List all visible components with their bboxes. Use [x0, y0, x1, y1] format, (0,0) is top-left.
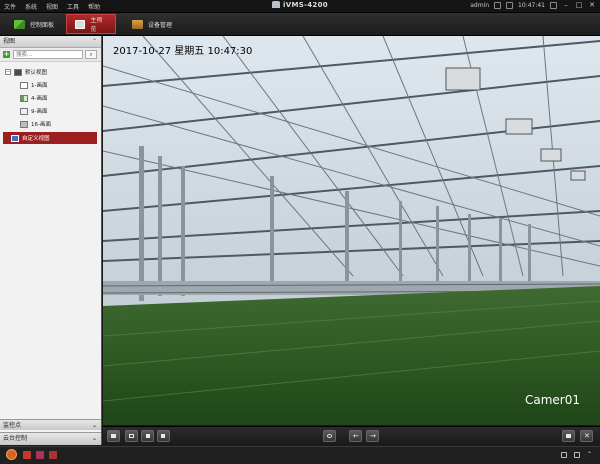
tree-node-label: 默认视图	[25, 70, 48, 76]
audio-mute-icon[interactable]	[49, 451, 57, 459]
refresh-icon[interactable]	[323, 430, 336, 442]
tree-node-label: 1-画面	[31, 83, 48, 89]
tree-node-layout-16[interactable]: 16-画面	[0, 118, 100, 130]
next-page-icon[interactable]: →	[366, 430, 379, 442]
tree-node-layout-4[interactable]: 4-画面	[0, 92, 100, 104]
tree-node-layout-9[interactable]: 9-画面	[0, 105, 100, 117]
fullscreen-icon[interactable]	[550, 1, 557, 9]
lock-icon[interactable]	[494, 1, 502, 9]
tab-device-management[interactable]: 设备管理	[124, 14, 180, 34]
tree-node-custom-view[interactable]: 自定义视图	[3, 132, 97, 144]
menubar-right: admin 10:47:41 – □ ✕	[470, 1, 596, 9]
single-window-icon[interactable]	[107, 430, 120, 442]
tree-node-label: 16-画面	[31, 122, 51, 128]
app-title: iVMS-4200	[283, 1, 328, 9]
layout-16-icon	[20, 120, 28, 128]
layout-1-icon	[20, 81, 28, 89]
pin-icon[interactable]	[561, 452, 567, 458]
tree-node-label: 4-画面	[31, 96, 48, 102]
alarm-event-icon[interactable]	[23, 451, 31, 459]
search-icon[interactable]: ⌕	[85, 50, 97, 59]
video-control-bar: ← → ✕	[103, 426, 600, 446]
monitor-points-label: 监控点	[3, 422, 22, 429]
ptz-control-header[interactable]: 云台控制 ⌄	[0, 432, 101, 445]
maximize-icon[interactable]: □	[575, 1, 583, 9]
custom-view-icon	[11, 134, 19, 142]
status-bar: ⌃	[0, 446, 600, 464]
split-window-icon[interactable]	[125, 430, 138, 442]
app-logo-icon	[272, 1, 281, 8]
view-panel-header[interactable]: 视图 ⌃	[0, 36, 101, 48]
tree-node-default-view[interactable]: − 默认视图	[0, 66, 100, 78]
add-view-icon[interactable]: +	[3, 51, 10, 58]
view-search-input[interactable]	[13, 50, 83, 59]
tab-label: 控制面板	[30, 21, 55, 29]
tab-label: 主预览	[90, 17, 103, 33]
view-folder-icon	[14, 68, 22, 76]
live-video-view[interactable]: 2017-10-27 星期五 10:47:30 Camer01	[103, 36, 600, 425]
notification-icon[interactable]	[36, 451, 44, 459]
device-management-icon	[132, 19, 143, 29]
view-panel-title: 视图	[3, 38, 16, 45]
control-panel-icon	[14, 19, 25, 29]
main-toolbar: 控制面板 主预览 设备管理	[0, 13, 600, 36]
layout-9-icon	[20, 107, 28, 115]
tab-main-preview[interactable]: 主预览	[66, 14, 116, 34]
volume-icon[interactable]	[157, 430, 170, 442]
clock-time: 10:47:41	[518, 1, 545, 9]
monitor-icon[interactable]	[506, 1, 514, 9]
sidebar: 视图 ⌃ + ⌕ − 默认视图 1-画面 4-画面 9-画面 16-画面	[0, 36, 102, 445]
tab-label: 设备管理	[148, 21, 173, 29]
layout-4-icon	[20, 94, 28, 102]
expand-icon[interactable]: ⌄	[92, 433, 97, 444]
collapse-icon[interactable]: ⌃	[92, 36, 97, 47]
view-search-row: + ⌕	[0, 48, 101, 62]
keyboard-icon[interactable]	[562, 430, 575, 442]
osd-camera-name: Camer01	[524, 393, 580, 407]
alarm-icon[interactable]	[6, 449, 17, 460]
collapse-node-icon[interactable]: −	[5, 69, 11, 75]
greenhouse-camera-image	[103, 36, 600, 425]
stop-all-icon[interactable]	[141, 430, 154, 442]
expand-panel-icon[interactable]: ⌃	[587, 451, 595, 459]
main-preview-icon	[75, 19, 86, 29]
menu-bar: 文件 系统 视图 工具 帮助 iVMS-4200 admin 10:47:41 …	[0, 0, 600, 13]
monitor-points-header[interactable]: 监控点 ⌄	[0, 419, 101, 430]
tree-node-label: 自定义视图	[22, 136, 50, 142]
tab-control-panel[interactable]: 控制面板	[6, 14, 62, 34]
restore-icon[interactable]	[574, 452, 580, 458]
minimize-icon[interactable]: –	[562, 1, 570, 9]
close-icon[interactable]: ✕	[588, 1, 596, 9]
expand-icon[interactable]: ⌄	[92, 420, 97, 431]
user-name: admin	[470, 1, 490, 9]
fullscreen-video-icon[interactable]: ✕	[580, 430, 593, 442]
ptz-control-label: 云台控制	[3, 435, 28, 442]
osd-timestamp: 2017-10-27 星期五 10:47:30	[113, 46, 253, 57]
previous-page-icon[interactable]: ←	[349, 430, 362, 442]
tree-node-label: 9-画面	[31, 109, 48, 115]
tree-node-layout-1[interactable]: 1-画面	[0, 79, 100, 91]
